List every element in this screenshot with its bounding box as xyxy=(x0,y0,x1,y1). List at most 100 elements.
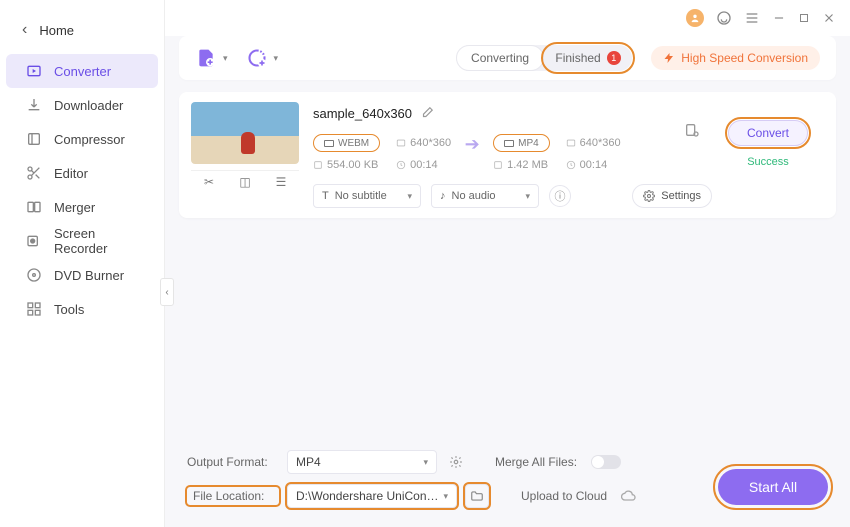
window-maximize[interactable] xyxy=(798,12,810,24)
tab-segment: Converting Finished 1 xyxy=(456,45,632,71)
video-thumbnail[interactable] xyxy=(191,102,299,164)
sidebar-item-screen-recorder[interactable]: Screen Recorder xyxy=(6,224,158,258)
titlebar xyxy=(165,0,850,36)
output-settings-gear[interactable] xyxy=(449,455,463,469)
toolbar: ▾ ▾ Converting Finished 1 xyxy=(179,36,836,80)
audio-icon: ♪ xyxy=(440,190,446,202)
source-format-tag: WEBM xyxy=(313,134,380,152)
sidebar-item-tools[interactable]: Tools xyxy=(6,292,158,326)
file-location-value: D:\Wondershare UniConverter 1 xyxy=(296,489,443,503)
window-close[interactable] xyxy=(822,11,836,25)
action-column: Convert Success xyxy=(712,102,824,208)
target-duration: 00:14 xyxy=(566,159,621,171)
high-speed-chip[interactable]: High Speed Conversion xyxy=(651,46,820,70)
footer: Output Format: MP4 ▾ Merge All Files: St… xyxy=(179,439,836,527)
thumb-tools: ✂ ◫ ☰ xyxy=(191,170,299,189)
upload-label: Upload to Cloud xyxy=(521,489,607,503)
sidebar-item-label: Converter xyxy=(54,64,111,79)
subtitle-icon: T xyxy=(322,190,329,202)
content: ▾ ▾ Converting Finished 1 xyxy=(165,36,850,527)
sidebar-item-downloader[interactable]: Downloader xyxy=(6,88,158,122)
download-icon xyxy=(26,97,42,113)
crop-icon[interactable]: ◫ xyxy=(233,175,257,189)
sidebar: ‹ Home Converter Downloader Compressor E… xyxy=(0,0,165,527)
back-chevron-icon: ‹ xyxy=(22,21,27,39)
merge-toggle[interactable] xyxy=(591,455,621,469)
cloud-upload-icon[interactable] xyxy=(621,488,637,504)
add-url-caret[interactable]: ▾ xyxy=(274,53,279,64)
sidebar-item-label: Screen Recorder xyxy=(54,226,146,256)
support-icon[interactable] xyxy=(716,10,732,26)
status-success: Success xyxy=(747,156,789,168)
add-file-icon xyxy=(196,48,216,68)
app-window: ‹ Home Converter Downloader Compressor E… xyxy=(0,0,850,527)
subtitle-value: No subtitle xyxy=(335,190,387,202)
file-location-dropdown[interactable]: D:\Wondershare UniConverter 1 ▾ xyxy=(287,484,457,508)
audio-dropdown[interactable]: ♪ No audio ▾ xyxy=(431,184,539,208)
sidebar-item-label: DVD Burner xyxy=(54,268,124,283)
target-block: MP4 640*360 1.42 MB 00:14 xyxy=(493,132,621,176)
convert-button[interactable]: Convert xyxy=(728,120,808,146)
output-format-dropdown[interactable]: MP4 ▾ xyxy=(287,450,437,474)
sidebar-item-compressor[interactable]: Compressor xyxy=(6,122,158,156)
window-minimize[interactable] xyxy=(772,11,786,25)
chevron-down-icon: ▾ xyxy=(423,457,428,468)
output-format-label: Output Format: xyxy=(187,455,279,469)
compress-icon xyxy=(26,131,42,147)
settings-button[interactable]: Settings xyxy=(632,184,712,208)
filename: sample_640x360 xyxy=(313,106,412,121)
audio-value: No audio xyxy=(452,190,496,202)
lightning-icon xyxy=(663,52,675,64)
add-url-button[interactable] xyxy=(246,47,268,69)
main-area: ▾ ▾ Converting Finished 1 xyxy=(165,0,850,527)
subtitle-dropdown[interactable]: T No subtitle ▾ xyxy=(313,184,421,208)
file-card: ✂ ◫ ☰ sample_640x360 WEBM xyxy=(179,92,836,218)
gear-icon xyxy=(643,190,655,202)
output-settings-icon[interactable] xyxy=(684,122,700,138)
trim-icon[interactable]: ✂ xyxy=(197,175,221,189)
thumbnail-column: ✂ ◫ ☰ xyxy=(191,102,299,208)
add-file-caret[interactable]: ▾ xyxy=(223,53,228,64)
source-block: WEBM 640*360 554.00 KB 00:14 xyxy=(313,132,451,176)
add-url-icon xyxy=(247,48,267,68)
merge-label: Merge All Files: xyxy=(495,455,577,469)
open-folder-button[interactable] xyxy=(465,484,489,508)
effects-icon[interactable]: ☰ xyxy=(269,175,293,189)
settings-label: Settings xyxy=(661,190,701,202)
sidebar-item-merger[interactable]: Merger xyxy=(6,190,158,224)
tab-finished[interactable]: Finished 1 xyxy=(544,45,632,71)
file-location-label: File Location: xyxy=(187,487,279,505)
finished-count-badge: 1 xyxy=(607,51,621,65)
user-avatar[interactable] xyxy=(686,9,704,27)
sidebar-item-label: Editor xyxy=(54,166,88,181)
folder-icon xyxy=(470,489,484,503)
sidebar-item-converter[interactable]: Converter xyxy=(6,54,158,88)
sidebar-item-label: Downloader xyxy=(54,98,123,113)
tab-converting-label: Converting xyxy=(471,51,529,65)
home-nav[interactable]: ‹ Home xyxy=(0,10,164,50)
start-all-button[interactable]: Start All xyxy=(718,469,828,505)
start-all-label: Start All xyxy=(749,479,797,495)
sidebar-item-dvd-burner[interactable]: DVD Burner xyxy=(6,258,158,292)
arrow-icon: ➔ xyxy=(455,132,489,155)
info-button[interactable]: ⓘ xyxy=(549,185,571,207)
tab-converting[interactable]: Converting xyxy=(456,45,544,71)
add-file-button[interactable] xyxy=(195,47,217,69)
home-label: Home xyxy=(39,23,74,38)
target-format-tag[interactable]: MP4 xyxy=(493,134,550,152)
rename-icon[interactable] xyxy=(420,106,434,120)
sidebar-item-label: Merger xyxy=(54,200,95,215)
sidebar-item-editor[interactable]: Editor xyxy=(6,156,158,190)
format-grid: WEBM 640*360 554.00 KB 00:14 ➔ MP4 640*3… xyxy=(313,132,712,176)
filename-row: sample_640x360 xyxy=(313,102,712,124)
grid-icon xyxy=(26,301,42,317)
sidebar-collapse-handle[interactable]: ‹ xyxy=(160,278,174,306)
record-icon xyxy=(26,233,42,249)
user-icon xyxy=(690,13,700,23)
chevron-down-icon: ▾ xyxy=(407,191,412,202)
source-resolution: 640*360 xyxy=(396,137,451,149)
menu-icon[interactable] xyxy=(744,10,760,26)
output-format-value: MP4 xyxy=(296,455,321,469)
output-format-row: Output Format: MP4 ▾ Merge All Files: St… xyxy=(187,449,828,475)
tab-finished-label: Finished xyxy=(555,51,600,65)
